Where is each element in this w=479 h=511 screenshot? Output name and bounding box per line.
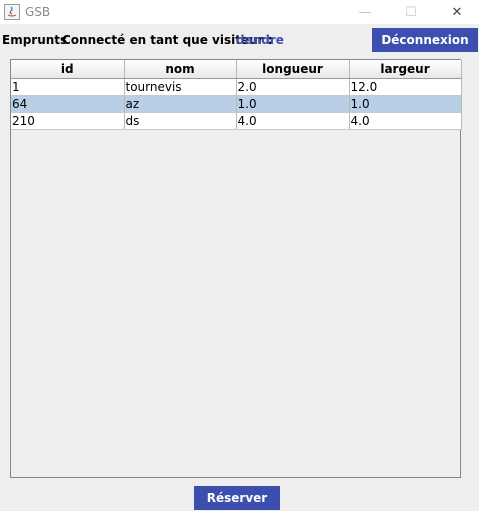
table-row-selected[interactable]: 64 az 1.0 1.0 <box>11 95 462 113</box>
column-header-longueur[interactable]: longueur <box>236 60 350 79</box>
maximize-icon: ☐ <box>405 4 417 20</box>
java-app-icon <box>4 4 20 20</box>
cell-id: 64 <box>11 95 125 113</box>
cell-id: 1 <box>11 78 125 96</box>
cell-longueur: 2.0 <box>236 78 350 96</box>
window-title: GSB <box>25 5 51 19</box>
title-bar: GSB — ☐ ✕ <box>0 0 479 24</box>
cell-longueur: 4.0 <box>236 112 350 130</box>
column-header-nom[interactable]: nom <box>124 60 237 79</box>
table-row[interactable]: 1 tournevis 2.0 12.0 <box>11 78 462 96</box>
close-icon: ✕ <box>451 4 463 20</box>
loans-table: id nom longueur largeur 1 tournevis 2.0 … <box>11 60 462 130</box>
column-header-id[interactable]: id <box>11 60 125 79</box>
cell-nom: ds <box>124 112 237 130</box>
close-button[interactable]: ✕ <box>434 0 479 24</box>
cell-largeur: 1.0 <box>349 95 462 113</box>
loans-table-container[interactable]: id nom longueur largeur 1 tournevis 2.0 … <box>10 59 462 478</box>
cell-id: 210 <box>11 112 125 130</box>
cell-nom: tournevis <box>124 78 237 96</box>
logout-button[interactable]: Déconnexion <box>372 28 478 52</box>
cell-nom: az <box>124 95 237 113</box>
minimize-button[interactable]: — <box>342 0 388 24</box>
cell-largeur: 12.0 <box>349 78 462 96</box>
minimize-icon: — <box>358 4 372 20</box>
maximize-button[interactable]: ☐ <box>388 0 434 24</box>
reserve-button[interactable]: Réserver <box>194 486 280 510</box>
section-title: Emprunts <box>2 33 68 47</box>
table-row[interactable]: 210 ds 4.0 4.0 <box>11 112 462 130</box>
username-label: dandre <box>236 33 284 47</box>
cell-largeur: 4.0 <box>349 112 462 130</box>
cell-longueur: 1.0 <box>236 95 350 113</box>
column-header-largeur[interactable]: largeur <box>349 60 462 79</box>
table-header-row: id nom longueur largeur <box>11 60 462 79</box>
